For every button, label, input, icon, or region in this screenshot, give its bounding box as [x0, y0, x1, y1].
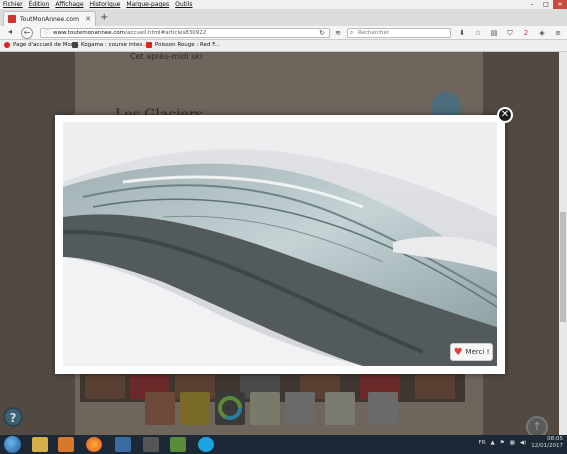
app-tile[interactable]: [215, 392, 245, 425]
system-tray: FR ▲ ⚑ ▦ ◀) 08:05 12/01/2017: [479, 436, 563, 450]
bookmark-star-icon[interactable]: ☆: [473, 28, 483, 38]
tray-arrow-icon[interactable]: ▲: [491, 440, 495, 446]
skype-icon[interactable]: [198, 437, 214, 452]
maximize-button[interactable]: □: [539, 0, 553, 9]
clock-date: 12/01/2017: [531, 443, 563, 449]
minimize-button[interactable]: –: [525, 0, 539, 9]
bookmark-label: Poisson Rouge : Red F...: [155, 42, 220, 48]
new-tab-button[interactable]: +: [100, 12, 108, 23]
google-icon: [4, 42, 10, 48]
start-button[interactable]: [4, 436, 21, 453]
bookmark-item[interactable]: Kogama : course intes...: [72, 42, 147, 48]
search-input[interactable]: ⌕ Rechercher: [347, 28, 451, 38]
app-tile[interactable]: [145, 392, 175, 425]
bookmark-item[interactable]: Poisson Rouge : Red F...: [146, 42, 220, 48]
tab-close-icon[interactable]: ✕: [85, 15, 91, 23]
outlook-icon[interactable]: [115, 437, 131, 452]
url-host: www.toutemonannee.com: [53, 30, 126, 36]
shield-icon[interactable]: ◈: [537, 28, 547, 38]
menu-hamburger-icon[interactable]: ≡: [553, 28, 563, 38]
bookmark-label: Kogama : course intes...: [81, 42, 148, 48]
history-icon[interactable]: ◂: [4, 27, 16, 39]
language-indicator[interactable]: FR: [479, 440, 486, 446]
media-player-icon[interactable]: [58, 437, 74, 452]
clock[interactable]: 08:05 12/01/2017: [531, 436, 563, 450]
url-path: /accueil.html#articles830922: [125, 30, 207, 36]
bookmark-label: Page d'accueil de Moc...: [13, 42, 80, 48]
window-close-button[interactable]: ✕: [553, 0, 567, 9]
app-tile[interactable]: [285, 392, 315, 425]
scrollbar-thumb[interactable]: [560, 212, 566, 322]
lightbox: [55, 115, 505, 374]
menu-edit[interactable]: Édition: [29, 1, 50, 8]
bookmark-item[interactable]: Page d'accueil de Moc...: [4, 42, 79, 48]
network-icon[interactable]: ▦: [510, 440, 515, 446]
minecraft-icon[interactable]: [170, 437, 186, 452]
url-bar[interactable]: ⓘ www.toutemonannee.com/accueil.html#art…: [40, 28, 330, 38]
menu-tools[interactable]: Outils: [175, 1, 192, 8]
menu-history[interactable]: Historique: [90, 1, 121, 8]
back-button[interactable]: ←: [21, 27, 33, 39]
addon-badge-icon[interactable]: 2: [521, 28, 531, 38]
download-icon[interactable]: ⬇: [457, 28, 467, 38]
pocket-icon[interactable]: ⛉: [505, 28, 515, 38]
volume-icon[interactable]: ◀): [520, 440, 526, 446]
window-controls: – □ ✕: [525, 0, 567, 9]
lightbox-close-button[interactable]: ✕: [497, 107, 513, 123]
notification-count: 2: [523, 29, 529, 37]
site-favicon-icon: [8, 15, 16, 23]
menu-view[interactable]: Affichage: [55, 1, 83, 8]
app-icon[interactable]: [143, 437, 159, 452]
info-icon[interactable]: ⓘ: [44, 30, 50, 37]
page-subtitle: Cet après-midi ski: [130, 52, 203, 61]
flag-icon[interactable]: ⚑: [500, 440, 505, 446]
taskbar: FR ▲ ⚑ ▦ ◀) 08:05 12/01/2017: [0, 435, 567, 454]
firefox-icon[interactable]: [86, 437, 102, 452]
file-explorer-icon[interactable]: [32, 437, 48, 452]
navigation-bar: ◂ ← ⓘ www.toutemonannee.com/accueil.html…: [0, 26, 567, 40]
glacier-photo: [63, 122, 497, 366]
menu-bookmarks[interactable]: Marque-pages: [126, 1, 169, 8]
library-icon[interactable]: ▤: [489, 28, 499, 38]
app-tile[interactable]: [368, 392, 398, 425]
menu-file[interactable]: Fichier: [3, 1, 23, 8]
search-placeholder: Rechercher: [358, 30, 390, 36]
tab-bar: ToutMonAnnee.com ✕ +: [0, 9, 567, 26]
app-tile[interactable]: [325, 392, 355, 425]
menu-bar: Fichier Édition Affichage Historique Mar…: [0, 0, 567, 9]
kogama-icon: [72, 42, 78, 48]
scroll-top-button[interactable]: ↑: [526, 416, 548, 435]
app-tiles: [140, 392, 420, 427]
app-tile[interactable]: [180, 392, 210, 425]
tab-title: ToutMonAnnee.com: [20, 15, 79, 23]
rss-icon[interactable]: ≋: [333, 28, 343, 38]
tab-toutemonannee[interactable]: ToutMonAnnee.com ✕: [3, 11, 96, 26]
reload-icon[interactable]: ↻: [317, 28, 327, 38]
poisson-rouge-icon: [146, 42, 152, 48]
search-icon: ⌕: [350, 29, 354, 36]
glacier-image: [63, 122, 497, 366]
help-button[interactable]: ?: [3, 407, 23, 427]
app-tile[interactable]: [250, 392, 280, 425]
heart-icon: ♥: [453, 346, 463, 358]
clock-time: 08:05: [547, 436, 563, 442]
merci-button[interactable]: ♥ Merci !: [450, 343, 493, 361]
vertical-scrollbar[interactable]: [559, 52, 567, 435]
merci-label: Merci !: [465, 348, 490, 356]
q-logo-icon: [218, 396, 242, 420]
bookmarks-toolbar: Page d'accueil de Moc... Kogama : course…: [0, 40, 567, 52]
